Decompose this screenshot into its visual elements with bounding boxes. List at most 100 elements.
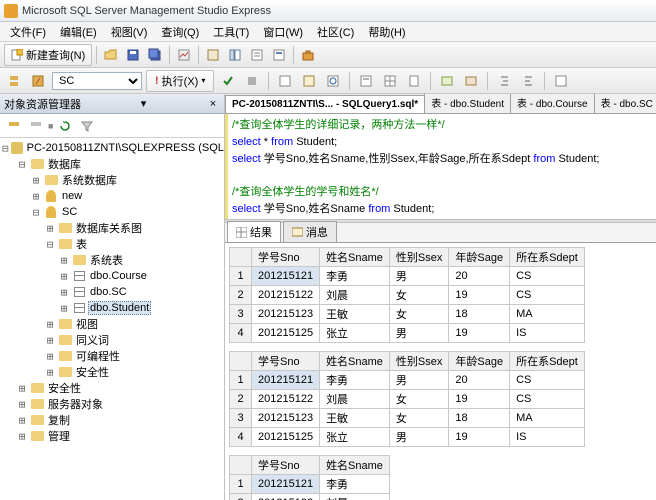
cell[interactable]: MA xyxy=(510,305,585,324)
menu-edit[interactable]: 编辑(E) xyxy=(54,22,103,42)
tree-replication[interactable]: ⊞复制 xyxy=(2,412,222,428)
cell[interactable]: 李勇 xyxy=(320,475,390,494)
cell[interactable]: IS xyxy=(510,428,585,447)
cell[interactable]: 李勇 xyxy=(320,267,390,286)
column-header[interactable]: 学号Sno xyxy=(252,456,320,475)
results-tab[interactable]: 结果 xyxy=(227,221,281,242)
execute-button[interactable]: ! 执行(X) ▾ xyxy=(146,70,214,92)
cell[interactable]: 王敏 xyxy=(320,305,390,324)
table-row[interactable]: 1201215121李勇男20CS xyxy=(230,371,585,390)
cell[interactable]: 男 xyxy=(389,267,448,286)
tab-sc[interactable]: 表 - dbo.SC xyxy=(594,94,656,113)
results-text-button[interactable] xyxy=(356,71,376,91)
table-row[interactable]: 3201215123王敏女18MA xyxy=(230,409,585,428)
object-explorer-button[interactable] xyxy=(225,45,245,65)
tree-sysdb[interactable]: ⊞系统数据库 xyxy=(2,172,222,188)
tree-management[interactable]: ⊞管理 xyxy=(2,428,222,444)
cell[interactable]: 男 xyxy=(389,324,448,343)
cell[interactable]: 201215122 xyxy=(252,286,320,305)
cell[interactable]: 19 xyxy=(449,286,510,305)
cell[interactable]: 201215121 xyxy=(252,475,320,494)
change-connection-button[interactable] xyxy=(28,71,48,91)
table-row[interactable]: 1201215121李勇男20CS xyxy=(230,267,585,286)
column-header[interactable]: 姓名Sname xyxy=(320,248,390,267)
menu-view[interactable]: 视图(V) xyxy=(105,22,154,42)
tree-views[interactable]: ⊞视图 xyxy=(2,316,222,332)
tab-query[interactable]: PC-20150811ZNTI\S... - SQLQuery1.sql* xyxy=(225,95,425,113)
column-header[interactable]: 所在系Sdept xyxy=(510,352,585,371)
object-tree[interactable]: ⊟PC-20150811ZNTI\SQLEXPRESS (SQL Ser ⊟数据… xyxy=(0,138,224,500)
column-header[interactable]: 姓名Sname xyxy=(320,352,390,371)
tree-databases[interactable]: ⊟数据库 xyxy=(2,156,222,172)
results-pane[interactable]: 学号Sno姓名Sname性别Ssex年龄Sage所在系Sdept12012151… xyxy=(225,243,656,500)
results-grid-button[interactable] xyxy=(380,71,400,91)
cell[interactable]: 刘晨 xyxy=(320,390,390,409)
cell[interactable]: 张立 xyxy=(320,324,390,343)
tree-diagrams[interactable]: ⊞数据库关系图 xyxy=(2,220,222,236)
menu-help[interactable]: 帮助(H) xyxy=(362,22,411,42)
cancel-button[interactable] xyxy=(242,71,262,91)
indent-button[interactable] xyxy=(494,71,514,91)
database-combo[interactable]: SC xyxy=(52,72,142,90)
tree-serverobjects[interactable]: ⊞服务器对象 xyxy=(2,396,222,412)
cell[interactable]: 201215123 xyxy=(252,409,320,428)
cell[interactable]: IS xyxy=(510,324,585,343)
cell[interactable]: 201215125 xyxy=(252,324,320,343)
activity-button[interactable] xyxy=(174,45,194,65)
cell[interactable]: 19 xyxy=(449,390,510,409)
tree-db-new[interactable]: ⊞new xyxy=(2,188,222,204)
refresh-icon[interactable] xyxy=(55,116,75,136)
open-button[interactable] xyxy=(101,45,121,65)
cell[interactable]: 19 xyxy=(449,324,510,343)
column-header[interactable]: 学号Sno xyxy=(252,248,320,267)
saveall-button[interactable] xyxy=(145,45,165,65)
cell[interactable]: 女 xyxy=(389,305,448,324)
column-header[interactable]: 性别Ssex xyxy=(389,248,448,267)
comment-button[interactable] xyxy=(437,71,457,91)
table-row[interactable]: 2201215122刘晨女19CS xyxy=(230,286,585,305)
cell[interactable]: 20 xyxy=(449,371,510,390)
table-row[interactable]: 2201215122刘晨女19CS xyxy=(230,390,585,409)
menu-tools[interactable]: 工具(T) xyxy=(207,22,255,42)
tree-table-student[interactable]: ⊞dbo.Student xyxy=(2,300,222,316)
tree-table-course[interactable]: ⊞dbo.Course xyxy=(2,268,222,284)
specify-values-button[interactable] xyxy=(551,71,571,91)
cell[interactable]: CS xyxy=(510,390,585,409)
connect-icon[interactable] xyxy=(4,116,24,136)
properties-button[interactable] xyxy=(269,45,289,65)
disconnect-icon[interactable] xyxy=(26,116,46,136)
sql-editor[interactable]: /*查询全体学生的详细记录，两种方法一样*/ select * from Stu… xyxy=(225,114,656,219)
table-row[interactable]: 4201215125张立男19IS xyxy=(230,324,585,343)
menu-query[interactable]: 查询(Q) xyxy=(155,22,205,42)
cell[interactable]: CS xyxy=(510,286,585,305)
tree-security[interactable]: ⊞安全性 xyxy=(2,380,222,396)
cell[interactable]: 18 xyxy=(449,305,510,324)
results-file-button[interactable] xyxy=(404,71,424,91)
column-header[interactable]: 学号Sno xyxy=(252,352,320,371)
cell[interactable]: 18 xyxy=(449,409,510,428)
messages-tab[interactable]: 消息 xyxy=(283,221,337,242)
tree-table-sc[interactable]: ⊞dbo.SC xyxy=(2,284,222,300)
close-icon[interactable]: × xyxy=(206,98,220,110)
column-header[interactable]: 年龄Sage xyxy=(449,352,510,371)
analyze-button[interactable] xyxy=(323,71,343,91)
cell[interactable]: 201215122 xyxy=(252,494,320,500)
cell[interactable]: CS xyxy=(510,371,585,390)
cell[interactable]: 男 xyxy=(389,428,448,447)
menu-community[interactable]: 社区(C) xyxy=(311,22,360,42)
display-plan-button[interactable] xyxy=(275,71,295,91)
cell[interactable]: CS xyxy=(510,267,585,286)
table-row[interactable]: 4201215125张立男19IS xyxy=(230,428,585,447)
tree-tables[interactable]: ⊟表 xyxy=(2,236,222,252)
cell[interactable]: 201215122 xyxy=(252,390,320,409)
tab-course[interactable]: 表 - dbo.Course xyxy=(510,94,595,113)
menu-window[interactable]: 窗口(W) xyxy=(257,22,309,42)
cell[interactable]: 女 xyxy=(389,409,448,428)
cell[interactable]: 男 xyxy=(389,371,448,390)
tree-synonyms[interactable]: ⊞同义词 xyxy=(2,332,222,348)
cell[interactable]: MA xyxy=(510,409,585,428)
tree-systables[interactable]: ⊞系统表 xyxy=(2,252,222,268)
tree-security-db[interactable]: ⊞安全性 xyxy=(2,364,222,380)
column-header[interactable]: 性别Ssex xyxy=(389,352,448,371)
parse-button[interactable] xyxy=(218,71,238,91)
